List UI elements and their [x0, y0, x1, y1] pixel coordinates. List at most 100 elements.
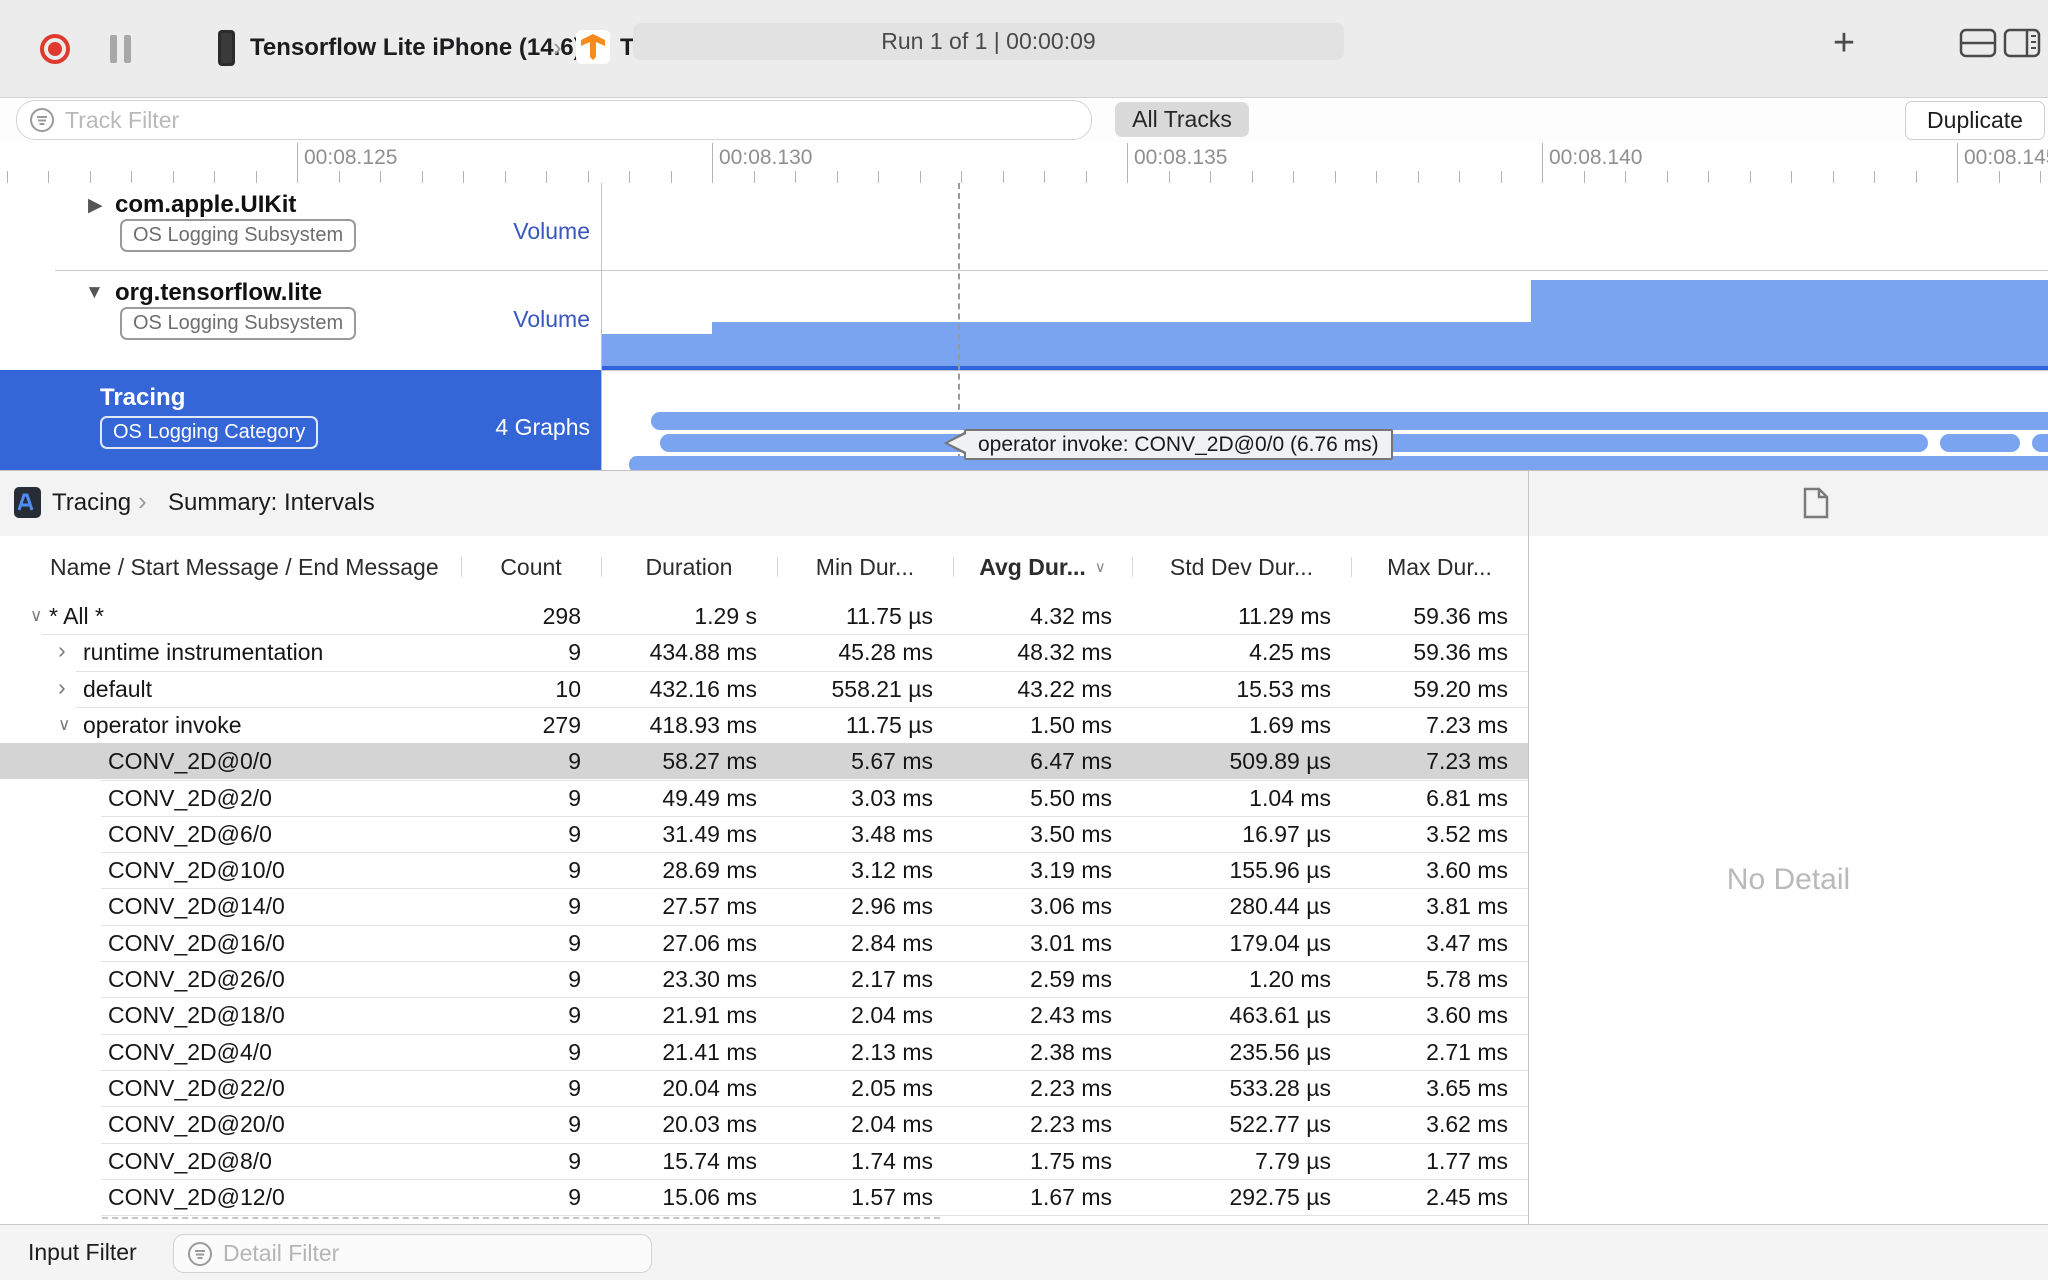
table-row[interactable]: CONV_2D@26/0 9 23.30 ms 2.17 ms 2.59 ms 1.20 …: [0, 961, 1528, 997]
disclosure-expanded-icon[interactable]: ▼: [85, 282, 104, 304]
document-icon[interactable]: [1803, 487, 1829, 524]
table-row[interactable]: CONV_2D@0/0 9 58.27 ms 5.67 ms 6.47 ms 509.89…: [0, 743, 1528, 780]
interval-capsule[interactable]: [2032, 434, 2048, 452]
cell-max: 7.23 ms: [1426, 711, 1508, 738]
table-header: Name / Start Message / End Message Count D…: [0, 536, 1528, 599]
cell-max: 59.20 ms: [1413, 675, 1508, 702]
table-row[interactable]: CONV_2D@14/0 9 27.57 ms 2.96 ms 3.06 ms 280.4…: [0, 888, 1528, 924]
row-disclosure-expanded-icon[interactable]: ∨: [30, 606, 42, 626]
pause-icon[interactable]: [124, 35, 131, 63]
table-row[interactable]: ∨ operator invoke 279 418.93 ms 11.75 µs 1.50…: [0, 707, 1528, 743]
track-title-uikit[interactable]: com.apple.UIKit: [115, 191, 296, 219]
table-row[interactable]: CONV_2D@4/0 9 21.41 ms 2.13 ms 2.38 ms 235.56…: [0, 1034, 1528, 1070]
cell-avg: 2.38 ms: [1030, 1038, 1112, 1065]
cell-avg: 6.47 ms: [1030, 748, 1112, 775]
iphone-device-icon: [218, 30, 235, 66]
ruler-minor-tick: [1625, 171, 1626, 183]
track-header-tracing-selected[interactable]: Tracing OS Logging Category 4 Graphs: [0, 370, 601, 470]
table-row[interactable]: CONV_2D@8/0 9 15.74 ms 1.74 ms 1.75 ms 7.79 µ…: [0, 1143, 1528, 1179]
breadcrumb-page[interactable]: Summary: Intervals: [168, 489, 375, 517]
column-divider[interactable]: [953, 557, 954, 577]
column-divider[interactable]: [1351, 557, 1352, 577]
ruler-minor-tick: [1417, 171, 1419, 183]
ruler-minor-tick: [629, 171, 630, 183]
cell-max: 3.65 ms: [1426, 1074, 1508, 1101]
cell-min: 3.12 ms: [851, 857, 933, 884]
cell-avg: 3.06 ms: [1030, 893, 1112, 920]
ruler-tick-label: 00:08.125: [304, 146, 398, 169]
cell-max: 3.47 ms: [1426, 929, 1508, 956]
cell-std: 533.28 µs: [1229, 1074, 1332, 1101]
cell-std: 1.20 ms: [1249, 966, 1331, 992]
device-name[interactable]: Tensorflow Lite iPhone (14.6): [250, 34, 582, 62]
track-title-tracing[interactable]: Tracing: [100, 384, 185, 412]
cell-min: 11.75 µs: [846, 603, 933, 629]
table-row[interactable]: CONV_2D@10/0 9 28.69 ms 3.12 ms 3.19 ms 155.9…: [0, 852, 1528, 888]
track-title-tensorflow[interactable]: org.tensorflow.lite: [115, 279, 322, 307]
row-separator: [101, 1215, 1528, 1217]
no-detail-placeholder: No Detail: [1726, 863, 1851, 896]
column-header-avg[interactable]: Avg Dur... ∨: [953, 536, 1132, 598]
cell-min: 3.48 ms: [851, 820, 933, 847]
row-disclosure-collapsed-icon[interactable]: ›: [58, 674, 66, 701]
table-row[interactable]: › runtime instrumentation 9 434.88 ms 45.28 …: [0, 634, 1528, 670]
table-row[interactable]: ∨ * All * 298 1.29 s 11.75 µs 4.32 ms 11.29 ms…: [0, 598, 1528, 634]
track-badge-tensorflow: OS Logging Subsystem: [120, 307, 357, 340]
column-header-count[interactable]: Count: [461, 536, 601, 598]
table-row[interactable]: CONV_2D@20/0 9 20.03 ms 2.04 ms 2.23 ms 522.7…: [0, 1106, 1528, 1142]
column-header-max[interactable]: Max Dur...: [1351, 536, 1528, 598]
table-row[interactable]: CONV_2D@12/0 9 15.06 ms 1.57 ms 1.67 ms 292.7…: [0, 1179, 1528, 1215]
duplicate-button[interactable]: Duplicate: [1905, 101, 2045, 140]
interval-capsule[interactable]: [1940, 434, 2020, 452]
ruler-minor-tick: [1168, 171, 1170, 183]
table-row[interactable]: › default 10 432.16 ms 558.21 µs 43.22 ms 15.5…: [0, 671, 1528, 707]
row-disclosure-expanded-icon[interactable]: ∨: [58, 715, 70, 735]
all-tracks-button[interactable]: All Tracks: [1115, 102, 1249, 137]
detail-filter-input[interactable]: Detail Filter: [173, 1234, 652, 1273]
toggle-right-pane-icon[interactable]: [2000, 26, 2044, 60]
table-row[interactable]: CONV_2D@22/0 9 20.04 ms 2.05 ms 2.23 ms 533.2…: [0, 1070, 1528, 1106]
ruler-minor-tick: [1791, 171, 1792, 183]
column-divider[interactable]: [601, 557, 602, 577]
add-instrument-icon[interactable]: +: [1822, 22, 1866, 64]
table-row[interactable]: CONV_2D@6/0 9 31.49 ms 3.48 ms 3.50 ms 16.97 …: [0, 816, 1528, 852]
pause-icon[interactable]: [110, 35, 117, 63]
cell-avg: 2.59 ms: [1030, 966, 1112, 992]
cell-max: 5.78 ms: [1426, 966, 1508, 992]
ruler-minor-tick: [1293, 171, 1294, 183]
table-row[interactable]: CONV_2D@2/0 9 49.49 ms 3.03 ms 5.50 ms 1.04 m…: [0, 780, 1528, 816]
cell-std: 1.69 ms: [1249, 711, 1331, 738]
ruler-minor-tick: [1002, 171, 1004, 183]
track-header-divider[interactable]: [601, 183, 602, 470]
row-disclosure-collapsed-icon[interactable]: ›: [58, 637, 66, 664]
detail-filter-placeholder: Detail Filter: [223, 1240, 340, 1266]
interval-capsule[interactable]: [651, 412, 2048, 430]
cell-name: CONV_2D@2/0: [108, 784, 272, 811]
ruler-minor-tick: [1666, 171, 1668, 183]
column-header-duration[interactable]: Duration: [601, 536, 777, 598]
table-row[interactable]: CONV_2D@18/0 9 21.91 ms 2.04 ms 2.43 ms 463.6…: [0, 997, 1528, 1033]
table-row[interactable]: CONV_2D@16/0 9 27.06 ms 2.84 ms 3.01 ms 179.0…: [0, 925, 1528, 961]
column-divider[interactable]: [777, 557, 778, 577]
cell-duration: 418.93 ms: [649, 711, 757, 738]
column-header-std[interactable]: Std Dev Dur...: [1132, 536, 1351, 598]
cell-name: default: [83, 675, 153, 702]
cell-avg: 1.75 ms: [1030, 1147, 1112, 1174]
column-header-min[interactable]: Min Dur...: [777, 536, 953, 598]
device-target-separator: ›: [553, 32, 562, 62]
cell-avg: 2.23 ms: [1030, 1111, 1112, 1138]
column-divider[interactable]: [461, 557, 462, 577]
ruler-minor-tick: [255, 171, 257, 183]
cell-count: 279: [542, 711, 581, 738]
timeline-ruler[interactable]: 00:08.125 00:08.130 00:08.135 00:08.140 00:0…: [0, 143, 2048, 184]
column-header-name[interactable]: Name / Start Message / End Message: [50, 536, 461, 598]
toggle-bottom-pane-icon[interactable]: [1956, 26, 2000, 60]
record-button-dot-icon: [48, 42, 62, 56]
breadcrumb-instrument[interactable]: Tracing: [52, 489, 131, 517]
ruler-minor-tick: [89, 171, 91, 183]
table-body: ∨ * All * 298 1.29 s 11.75 µs 4.32 ms 11.29 ms…: [0, 598, 1528, 1224]
cell-duration: 28.69 ms: [662, 857, 757, 884]
track-filter-input[interactable]: Track Filter: [16, 100, 1092, 140]
disclosure-collapsed-icon[interactable]: ▶: [88, 194, 103, 217]
column-divider[interactable]: [1132, 557, 1133, 577]
